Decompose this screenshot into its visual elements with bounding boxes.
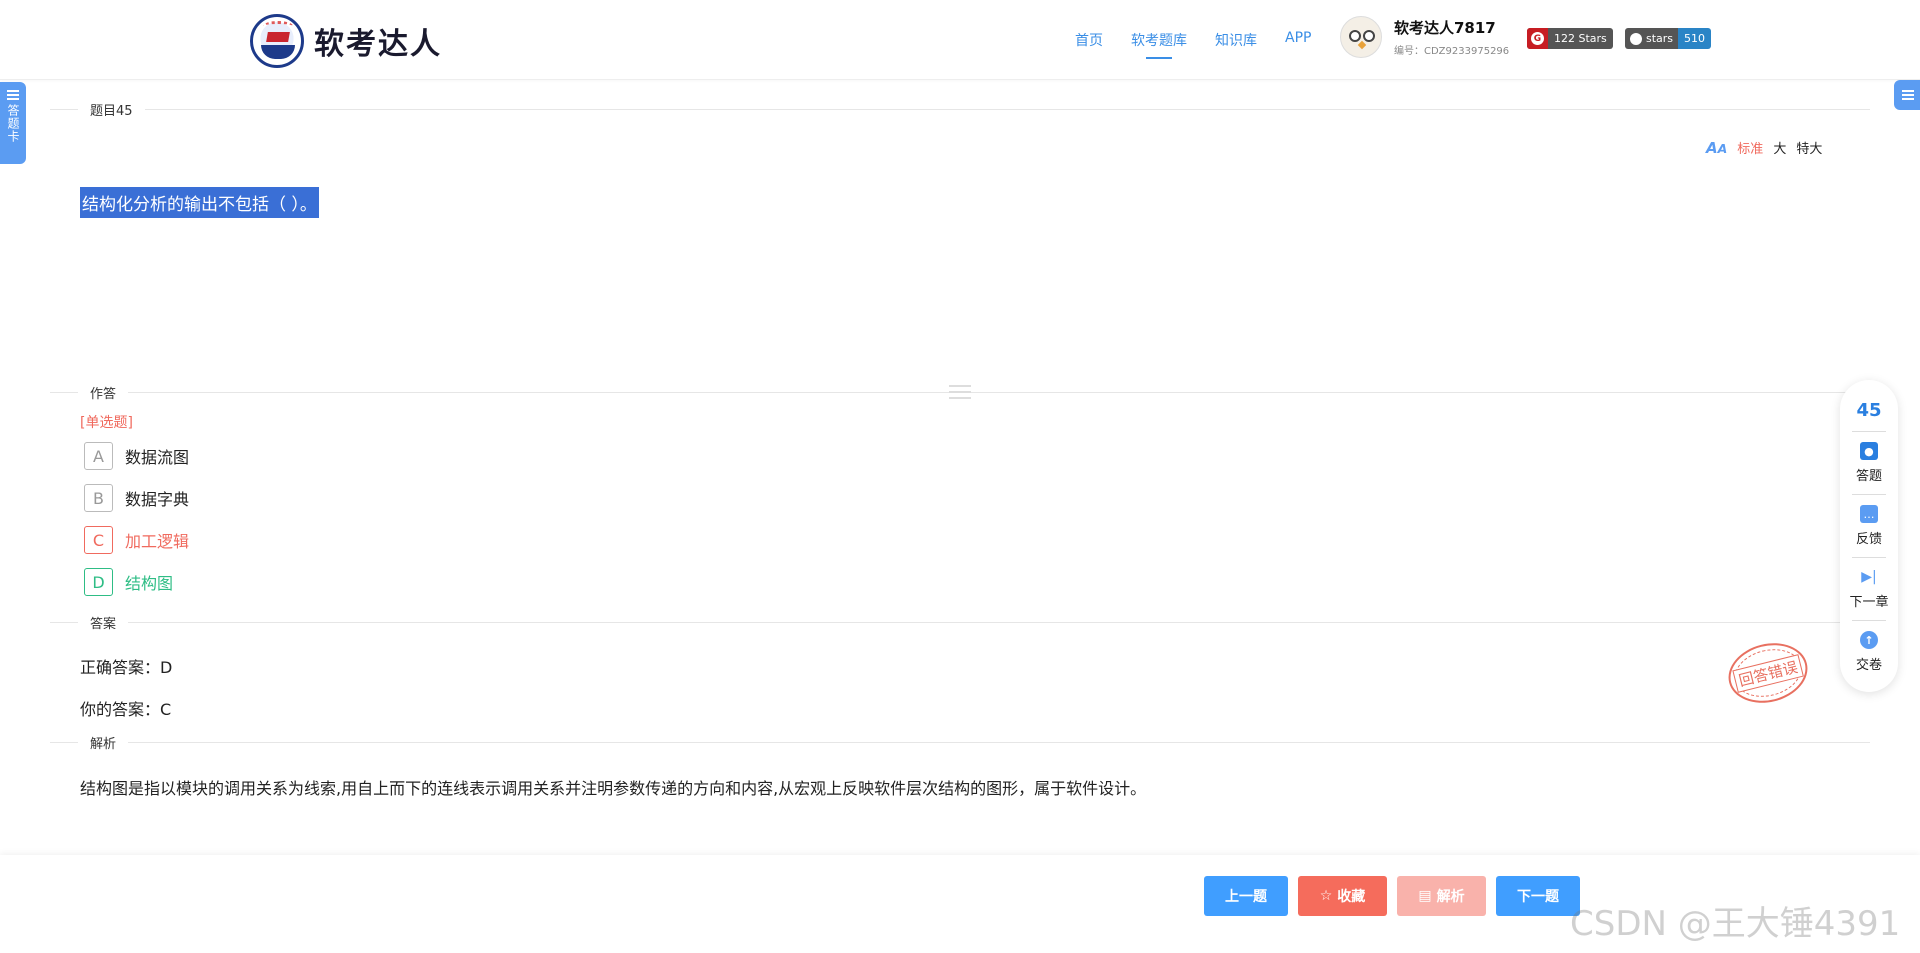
answer-card-label: 答题卡 — [6, 104, 20, 143]
answer-label: 答题 — [1855, 469, 1882, 484]
nav-knowledge-base[interactable]: 知识库 — [1215, 30, 1257, 50]
main-nav: 首页 软考题库 知识库 APP — [1075, 30, 1311, 59]
question-text: 结构化分析的输出不包括（ ）。 — [80, 187, 319, 218]
analysis-label: 解析 — [1436, 889, 1465, 905]
next-chapter-label: 下一章 — [1849, 595, 1889, 610]
answer-card-tab[interactable]: 答题卡 — [0, 82, 26, 164]
document-icon: ▤ — [1418, 888, 1432, 904]
nav-home[interactable]: 首页 — [1075, 30, 1103, 50]
github-icon — [1630, 32, 1642, 45]
favorite-label: 收藏 — [1337, 889, 1366, 905]
side-panel: 45 ● 答题 … 反馈 ▶| 下一章 ↑ 交卷 — [1840, 380, 1898, 692]
submit-label: 交卷 — [1855, 658, 1882, 673]
option-list: A 数据流图 B 数据字典 C 加工逻辑 D 结构图 — [84, 441, 189, 609]
font-size-standard[interactable]: 标准 — [1737, 138, 1763, 157]
question-number: 题目45 — [78, 100, 145, 119]
stamp-text: 回答错误 — [1732, 653, 1804, 693]
prev-question-label: 上一题 — [1225, 889, 1267, 905]
result-section-title: 答案 — [78, 613, 129, 632]
option-c[interactable]: C 加工逻辑 — [84, 525, 189, 555]
feedback-icon: … — [1859, 505, 1878, 523]
menu-icon — [7, 90, 19, 100]
question-section-header: 题目45 — [50, 100, 1870, 120]
next-question-label: 下一题 — [1517, 889, 1559, 905]
option-text: 数据流图 — [125, 448, 190, 467]
result-section-header: 答案 — [50, 613, 1870, 633]
user-id: 编号：CDZ9233975296 — [1394, 46, 1510, 57]
next-chapter-button[interactable]: ▶| 下一章 — [1849, 568, 1888, 610]
analysis-section-header: 解析 — [50, 733, 1870, 753]
option-d[interactable]: D 结构图 — [84, 567, 189, 597]
star-icon: ☆ — [1319, 888, 1333, 904]
wrong-answer-stamp: 回答错误 — [1722, 635, 1814, 711]
gitee-stars-badge[interactable]: G 122 Stars — [1527, 28, 1613, 49]
answer-icon: ● — [1859, 442, 1878, 460]
csdn-watermark: CSDN @王大锤4391 — [1570, 904, 1901, 944]
option-a[interactable]: A 数据流图 — [84, 441, 189, 471]
top-header: 软考达人 首页 软考题库 知识库 APP 软考达人7817 编号：CDZ9233… — [0, 0, 1920, 80]
right-menu-tab[interactable] — [1894, 80, 1920, 110]
option-letter: A — [84, 442, 113, 470]
gitee-icon: G — [1531, 32, 1544, 45]
correct-answer: 正确答案：D — [80, 658, 173, 677]
gitee-stars-label: 122 Stars — [1554, 32, 1607, 45]
menu-icon — [1902, 90, 1914, 100]
option-text: 加工逻辑 — [125, 532, 190, 551]
prev-question-button[interactable]: 上一题 — [1204, 876, 1288, 916]
analysis-button[interactable]: ▤ 解析 — [1397, 876, 1486, 916]
next-chapter-icon: ▶| — [1861, 569, 1877, 585]
logo-emblem-icon — [250, 14, 304, 68]
your-answer: 你的答案：C — [80, 700, 172, 719]
option-text: 结构图 — [125, 574, 174, 593]
submit-icon: ↑ — [1859, 631, 1878, 649]
option-letter: D — [84, 568, 113, 596]
option-letter: C — [84, 526, 113, 554]
font-size-xlarge[interactable]: 特大 — [1796, 138, 1822, 157]
option-text: 数据字典 — [125, 490, 190, 509]
answer-button[interactable]: ● 答题 — [1856, 442, 1882, 484]
font-size-icon: AA — [1706, 138, 1728, 157]
answer-section-title: 作答 — [78, 383, 129, 402]
avatar[interactable] — [1340, 16, 1382, 58]
option-letter: B — [84, 484, 113, 512]
current-question-number: 45 — [1856, 400, 1882, 421]
github-stars-count: 510 — [1678, 28, 1712, 49]
analysis-text: 结构图是指以模块的调用关系为线索,用自上而下的连线表示调用关系并注明参数传递的方… — [80, 779, 1147, 798]
site-logo[interactable]: 软考达人 — [250, 14, 442, 68]
next-question-button[interactable]: 下一题 — [1496, 876, 1580, 916]
user-profile[interactable]: 软考达人7817 编号：CDZ9233975296 — [1340, 16, 1509, 58]
logo-text: 软考达人 — [314, 27, 442, 62]
feedback-button[interactable]: … 反馈 — [1856, 505, 1882, 547]
user-name: 软考达人7817 — [1394, 19, 1496, 37]
nav-app[interactable]: APP — [1285, 30, 1311, 50]
analysis-section-title: 解析 — [78, 733, 129, 752]
submit-button[interactable]: ↑ 交卷 — [1856, 631, 1882, 673]
nav-question-bank[interactable]: 软考题库 — [1131, 30, 1187, 59]
favorite-button[interactable]: ☆ 收藏 — [1298, 876, 1387, 916]
feedback-label: 反馈 — [1855, 532, 1882, 547]
option-b[interactable]: B 数据字典 — [84, 483, 189, 513]
github-stars-label: stars — [1646, 32, 1674, 45]
font-size-large[interactable]: 大 — [1773, 138, 1786, 157]
drag-handle-icon[interactable] — [949, 385, 971, 399]
font-size-switcher: AA 标准 大 特大 — [1706, 138, 1822, 158]
question-type: [单选题] — [80, 415, 133, 431]
github-stars-badge[interactable]: stars 510 — [1625, 28, 1712, 49]
